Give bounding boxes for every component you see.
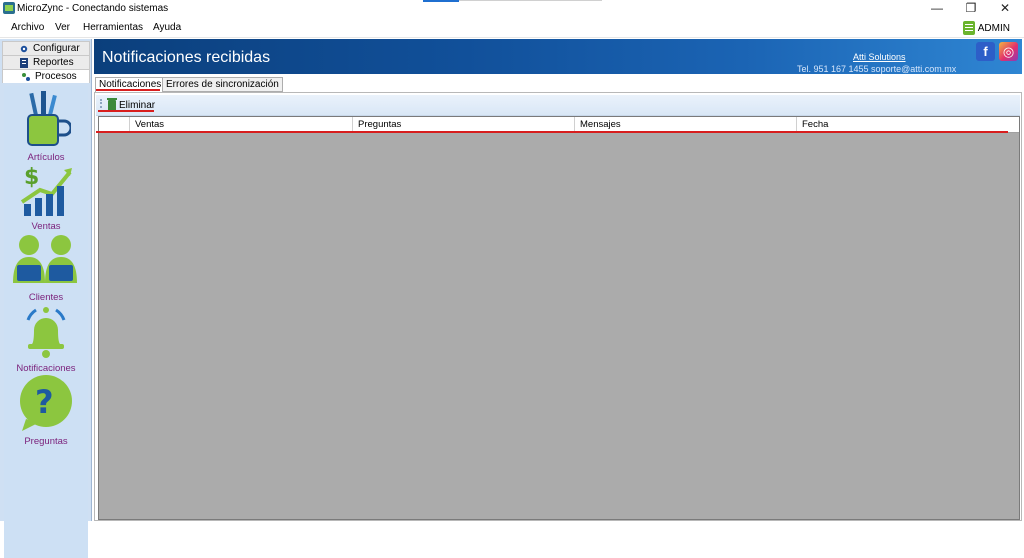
menu-ayuda[interactable]: Ayuda <box>153 22 181 33</box>
bell-icon <box>26 307 66 358</box>
nav-tab-configurar[interactable]: Configurar <box>2 41 90 55</box>
process-icon <box>22 72 30 81</box>
launcher: Artículos $ Ventas Clientes Notificacion… <box>4 86 88 558</box>
tab-panel: Eliminar Ventas Preguntas Mensajes Fecha <box>94 92 1022 521</box>
title-focus-indicator <box>423 0 459 2</box>
svg-text:$: $ <box>24 165 39 190</box>
restore-button[interactable]: ❐ <box>954 0 988 18</box>
nav-tabs: Configurar Reportes Procesos <box>2 41 90 83</box>
launcher-item-preguntas[interactable]: ? Preguntas <box>4 375 88 447</box>
menu-archivo[interactable]: Archivo <box>11 22 44 33</box>
user-menu[interactable]: ADMIN <box>962 20 1010 36</box>
page-header: Notificaciones recibidas Atti Solutions … <box>94 39 1022 74</box>
instagram-icon[interactable]: ◎ <box>999 42 1018 61</box>
facebook-icon[interactable]: f <box>976 42 995 61</box>
contact-info: Tel. 951 167 1455 soporte@atti.com.mx <box>797 64 957 74</box>
svg-text:?: ? <box>35 383 54 421</box>
sales-growth-icon: $ <box>20 165 72 216</box>
tab-errores-sincronizacion[interactable]: Errores de sincronización <box>162 77 283 92</box>
app-icon <box>3 2 15 14</box>
highlight-underline <box>98 110 154 112</box>
page-title: Notificaciones recibidas <box>102 49 271 66</box>
nav-tab-reportes[interactable]: Reportes <box>2 55 90 69</box>
launcher-item-clientes[interactable]: Clientes <box>4 233 88 303</box>
launcher-item-articulos[interactable]: Artículos <box>4 91 88 163</box>
highlight-underline <box>96 131 1008 133</box>
report-icon <box>20 57 28 68</box>
minimize-button[interactable]: — <box>920 0 954 18</box>
nav-tab-procesos[interactable]: Procesos <box>2 69 90 83</box>
nav-tab-label: Procesos <box>35 71 77 82</box>
toolbar: Eliminar <box>96 95 1020 116</box>
window-title: MicroZync - Conectando sistemas <box>17 3 169 14</box>
launcher-label: Clientes <box>28 292 64 303</box>
launcher-label: Ventas <box>31 221 61 232</box>
company-link[interactable]: Atti Solutions <box>853 52 906 62</box>
notifications-grid[interactable]: Ventas Preguntas Mensajes Fecha <box>98 116 1020 520</box>
launcher-item-ventas[interactable]: $ Ventas <box>4 162 88 232</box>
user-notebook-icon <box>962 21 975 35</box>
nav-tab-label: Configurar <box>33 43 80 54</box>
pencil-cup-icon <box>27 91 73 146</box>
menu-ver[interactable]: Ver <box>55 22 70 33</box>
title-divider <box>459 0 602 1</box>
highlight-underline <box>96 89 160 91</box>
question-bubble-icon: ? <box>20 375 72 431</box>
launcher-label: Preguntas <box>24 436 68 447</box>
left-panel: Configurar Reportes Procesos Artículos $… <box>0 39 92 558</box>
menu-bar: Archivo Ver Herramientas Ayuda ADMIN <box>0 18 1024 38</box>
clients-icon <box>13 235 77 283</box>
gear-icon <box>20 45 28 52</box>
launcher-item-notificaciones[interactable]: Notificaciones <box>4 304 88 374</box>
nav-tab-label: Reportes <box>33 57 74 68</box>
close-button[interactable]: ✕ <box>988 0 1022 18</box>
title-bar: MicroZync - Conectando sistemas — ❐ ✕ <box>0 0 1024 18</box>
launcher-label: Notificaciones <box>16 363 76 374</box>
menu-herramientas[interactable]: Herramientas <box>83 22 143 33</box>
user-name: ADMIN <box>977 22 1010 34</box>
